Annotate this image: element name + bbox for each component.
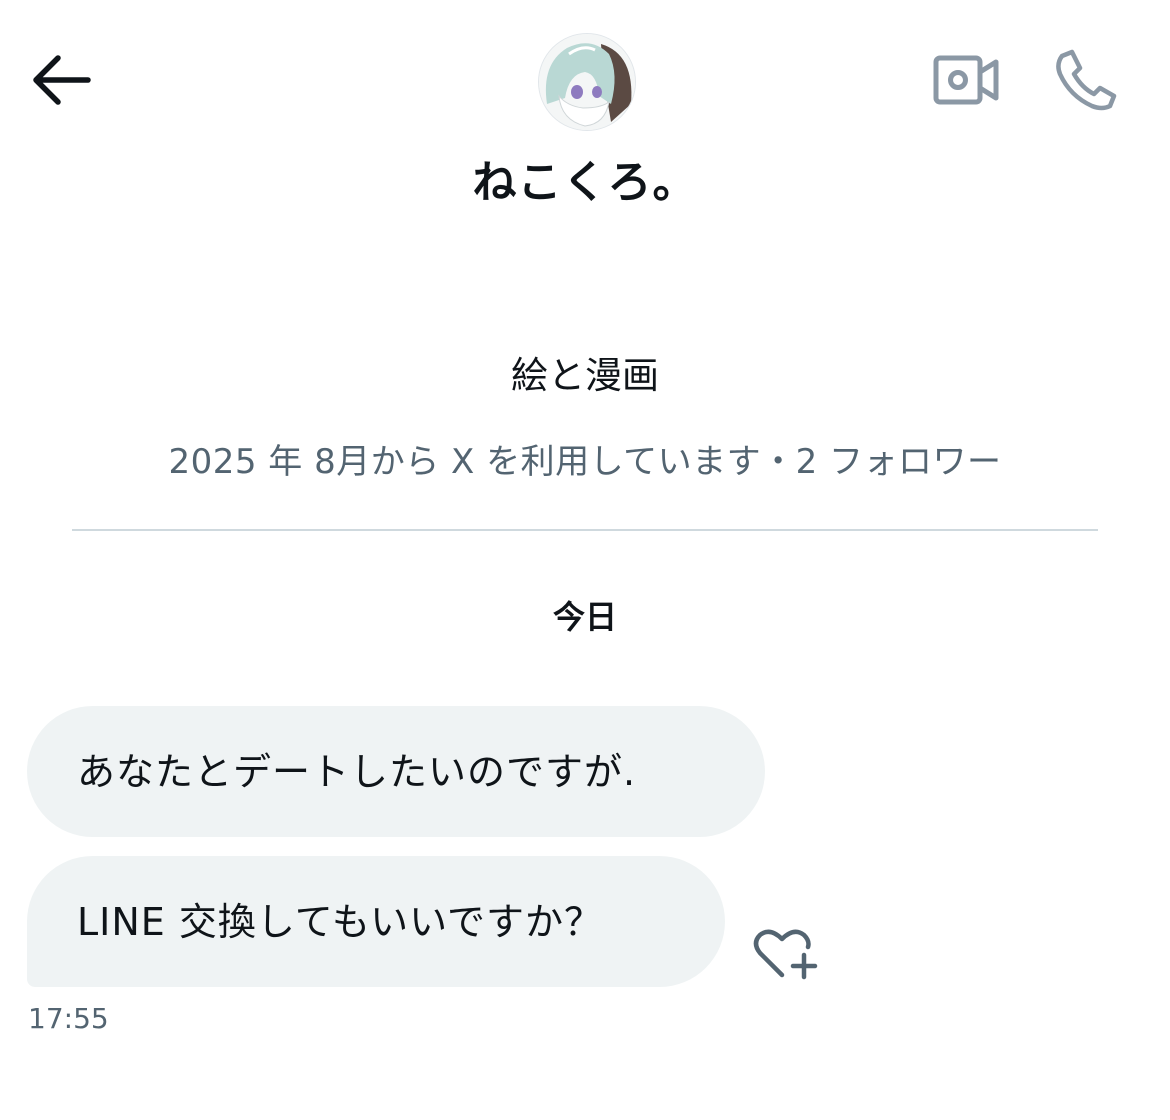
message-text: LINE 交換してもいいですか？ [77, 899, 603, 944]
back-button[interactable] [30, 52, 92, 108]
heart-plus-icon [753, 929, 818, 980]
conversation-title[interactable]: ねこくろ。 [0, 146, 1170, 210]
video-camera-icon [933, 55, 999, 105]
message-bubble[interactable]: LINE 交換してもいいですか？ [27, 856, 725, 987]
avatar[interactable] [538, 33, 636, 131]
video-call-button[interactable] [930, 50, 1002, 110]
arrow-left-icon [33, 55, 91, 105]
message-timestamp: 17:55 [28, 1002, 109, 1035]
message-text: あなたとデートしたいのですが. [77, 749, 637, 794]
message-bubble[interactable]: あなたとデートしたいのですが. [27, 706, 765, 837]
date-separator: 今日 [552, 598, 617, 636]
anime-character-avatar [539, 34, 635, 130]
profile-bio: 絵と漫画 [511, 354, 659, 397]
profile-meta: 2025 年 8月から X を利用しています・2 フォロワー [168, 442, 1002, 482]
divider [72, 529, 1098, 531]
phone-icon [1056, 49, 1117, 111]
voice-call-button[interactable] [1052, 46, 1120, 112]
add-reaction-button[interactable] [752, 925, 822, 981]
